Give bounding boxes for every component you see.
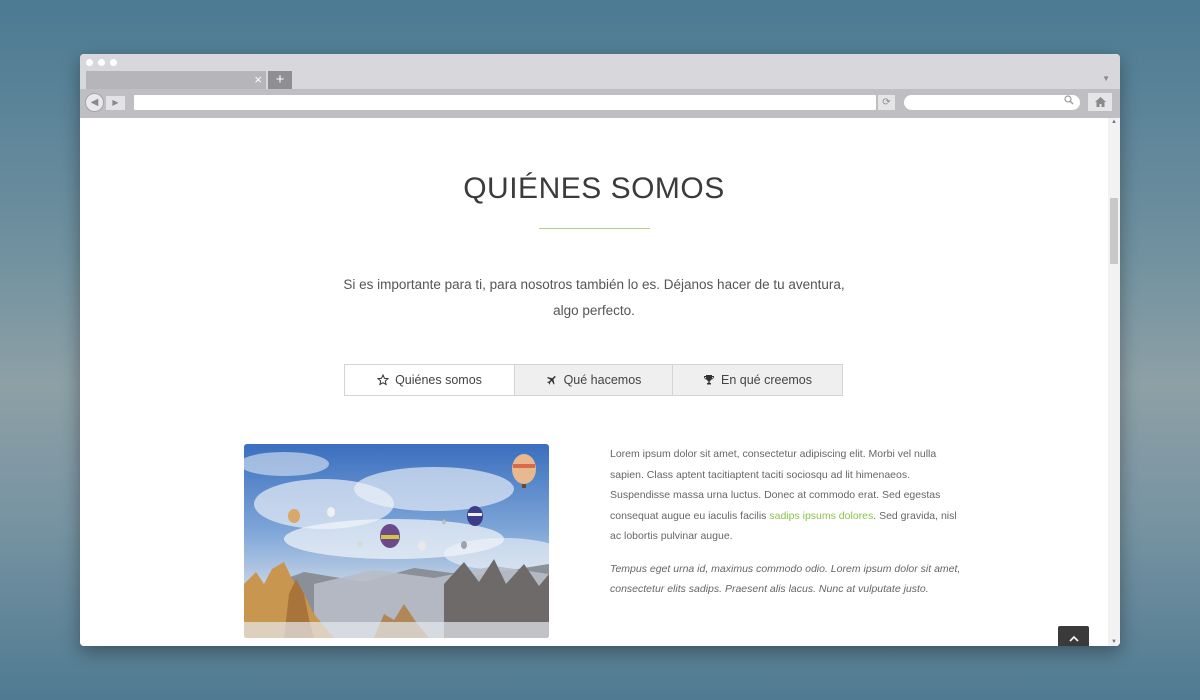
home-button[interactable]	[1088, 93, 1112, 111]
browser-toolbar: ◀ ▶ ⟳	[80, 89, 1120, 118]
address-bar[interactable]	[134, 95, 876, 110]
maximize-window-dot[interactable]	[110, 59, 117, 66]
back-button[interactable]: ◀	[85, 93, 104, 112]
tab-close-icon[interactable]: ×	[254, 72, 262, 88]
reload-button[interactable]: ⟳	[878, 95, 895, 110]
tab-label: Quiénes somos	[395, 373, 482, 387]
intro-text: Si es importante para ti, para nosotros …	[343, 277, 845, 318]
scroll-to-top-button[interactable]	[1058, 626, 1089, 646]
search-icon	[1064, 95, 1074, 110]
browser-window: × + ▼ ◀ ▶ ⟳ QUIÉNES SOMOS Si es importan…	[80, 54, 1120, 646]
home-icon	[1094, 97, 1106, 107]
minimize-window-dot[interactable]	[98, 59, 105, 66]
tab-que-hacemos[interactable]: Qué hacemos	[514, 365, 672, 395]
tab-label: Qué hacemos	[563, 373, 642, 387]
browser-search-input[interactable]	[904, 95, 1080, 110]
browser-chrome: × + ▼ ◀ ▶ ⟳	[80, 54, 1120, 118]
tab-menu-icon[interactable]: ▼	[1102, 74, 1110, 83]
tab-en-que-creemos[interactable]: En qué creemos	[672, 365, 842, 395]
scroll-up-icon[interactable]: ▲	[1111, 119, 1117, 125]
description-paragraph: Lorem ipsum dolor sit amet, consectetur …	[610, 444, 970, 547]
forward-button[interactable]: ▶	[106, 96, 125, 110]
browser-tab[interactable]: ×	[86, 71, 266, 89]
title-divider	[539, 228, 650, 229]
window-controls	[86, 59, 117, 66]
star-icon	[377, 374, 390, 386]
chevron-up-icon	[1068, 635, 1079, 642]
page-scrollbar[interactable]: ▲ ▼	[1108, 118, 1120, 646]
nav-buttons: ◀ ▶	[85, 93, 127, 112]
page-content: QUIÉNES SOMOS Si es importante para ti, …	[80, 118, 1108, 646]
airplane-icon	[546, 376, 556, 385]
balloons-photo	[244, 444, 549, 638]
inline-link[interactable]: sadips ipsums dolores	[769, 510, 873, 522]
description-column: Lorem ipsum dolor sit amet, consectetur …	[610, 444, 970, 612]
tab-quienes-somos[interactable]: Quiénes somos	[345, 365, 514, 395]
scroll-down-icon[interactable]: ▼	[1111, 639, 1117, 645]
page-title: QUIÉNES SOMOS	[463, 172, 725, 205]
section-tabs: Quiénes somos Qué hacemos En qué creemos	[344, 364, 843, 396]
trophy-icon	[703, 375, 714, 385]
new-tab-button[interactable]: +	[268, 71, 292, 89]
italic-paragraph: Tempus eget urna id, maximus commodo odi…	[610, 562, 961, 596]
tab-label: En qué creemos	[720, 373, 813, 387]
scrollbar-thumb[interactable]	[1110, 198, 1118, 264]
close-window-dot[interactable]	[86, 59, 93, 66]
